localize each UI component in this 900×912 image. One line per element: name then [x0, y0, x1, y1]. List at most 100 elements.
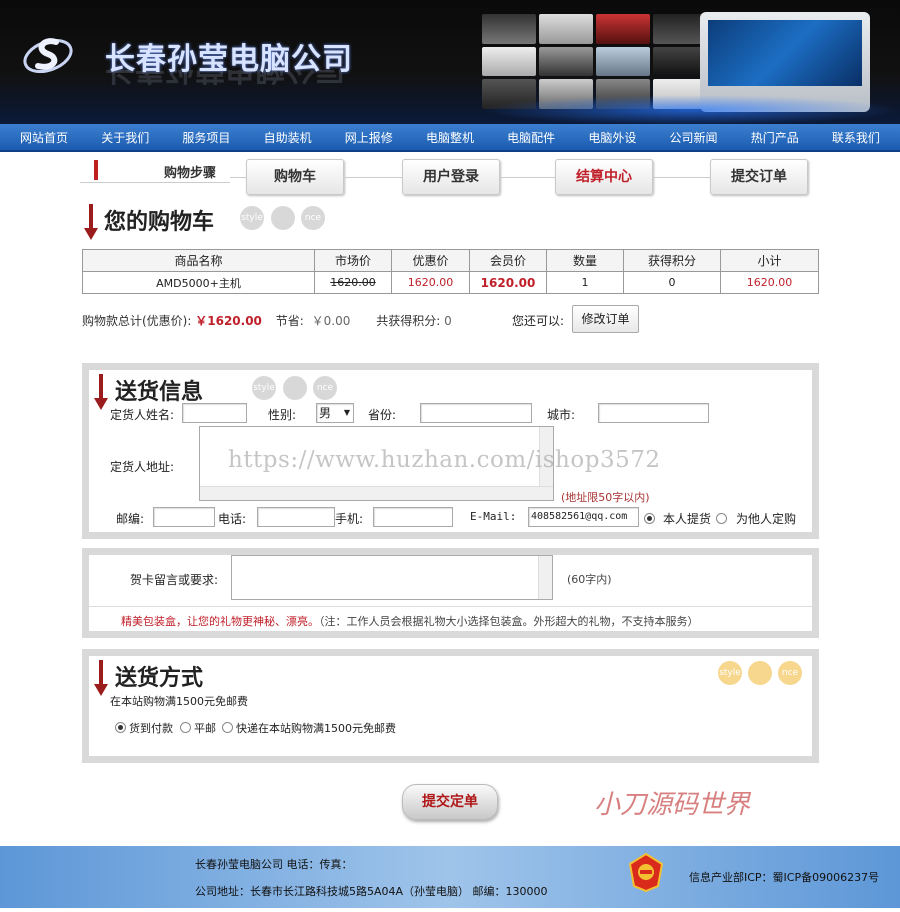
name-input[interactable] — [182, 403, 247, 423]
save-label: 节省: — [275, 314, 304, 328]
step-cart[interactable]: 购物车 — [246, 159, 344, 195]
email-label: E-Mail: — [470, 510, 517, 523]
nav-peripherals[interactable]: 电脑外设 — [588, 129, 636, 146]
name-label: 定货人姓名: — [110, 408, 175, 422]
delivery-title: 送货信息 — [115, 380, 204, 405]
signature-text: 小刀源码世界 — [594, 790, 751, 820]
nav-services[interactable]: 服务项目 — [182, 129, 230, 146]
gift-box-notice: 精美包装盒，让您的礼物更神秘、漂亮。（注：工作人员会根据礼物大小选择包装盒。外形… — [121, 613, 699, 629]
police-badge-icon — [628, 852, 664, 892]
card-message-textarea[interactable] — [231, 555, 553, 600]
email-input[interactable]: 408582561@qq.com — [528, 507, 639, 527]
gender-label: 性别: — [268, 408, 297, 422]
shipping-option-express-radio[interactable] — [222, 722, 233, 733]
zip-label: 邮编: — [116, 512, 145, 526]
dropdown-arrow-icon: ▼ — [343, 408, 350, 417]
table-header-row: 商品名称 市场价 优惠价 会员价 数量 获得积分 小计 — [82, 249, 819, 272]
city-label: 城市: — [547, 408, 576, 422]
more-options-label: 您还可以: — [512, 314, 565, 328]
col-product: 商品名称 — [82, 249, 315, 272]
down-arrow-icon — [94, 660, 108, 696]
decor-circle: nce — [313, 376, 337, 400]
member-price: 1620.00 — [469, 271, 547, 294]
col-market-price: 市场价 — [314, 249, 392, 272]
gender-value: 男 — [319, 406, 332, 420]
divider — [89, 606, 812, 607]
card-message-label: 贺卡留言或要求: — [130, 573, 219, 587]
for-other-label: 为他人定购 — [736, 512, 797, 526]
gift-box-notice-highlight: 精美包装盒，让您的礼物更神秘、漂亮。 — [121, 615, 319, 628]
decor-circle: style — [240, 206, 264, 230]
save-value: ￥0.00 — [311, 314, 351, 328]
table-row: AMD5000+主机 1620.00 1620.00 1620.00 1 0 1… — [82, 271, 819, 294]
points-value: 0 — [444, 314, 452, 328]
nav-home[interactable]: 网站首页 — [20, 129, 68, 146]
phone-label: 电话: — [218, 512, 247, 526]
nav-parts[interactable]: 电脑配件 — [507, 129, 555, 146]
nav-contact[interactable]: 联系我们 — [832, 129, 880, 146]
decor-circle: nce — [301, 206, 325, 230]
down-arrow-icon — [84, 204, 98, 240]
step-connector — [653, 177, 711, 178]
cart-table: 商品名称 市场价 优惠价 会员价 数量 获得积分 小计 AMD5000+主机 1… — [82, 249, 819, 294]
col-discount-price: 优惠价 — [391, 249, 470, 272]
company-logo-icon — [23, 38, 73, 74]
nav-self-build[interactable]: 自助装机 — [264, 129, 312, 146]
step-connector — [344, 177, 402, 178]
shipping-option-express-label: 快递在本站购物满1500元免邮费 — [236, 722, 396, 735]
gift-box-notice-detail: （注：工作人员会根据礼物大小选择包装盒。外形超大的礼物，不支持本服务） — [319, 615, 699, 628]
mobile-label: 手机: — [335, 512, 364, 526]
free-shipping-note: 在本站购物满1500元免邮费 — [110, 695, 248, 708]
decor-circle — [271, 206, 295, 230]
step-checkout[interactable]: 结算中心 — [555, 159, 653, 195]
decor-circle: style — [718, 661, 742, 685]
address-hscrollbar[interactable] — [200, 486, 553, 500]
nav-hot-products[interactable]: 热门产品 — [751, 129, 799, 146]
footer-address: 公司地址：长春市长江路科技城5路5A04A（孙莹电脑） 邮编：130000 — [195, 885, 548, 898]
self-pickup-radio[interactable] — [644, 513, 655, 524]
city-input[interactable] — [598, 403, 709, 423]
steps-label-bar — [94, 160, 98, 180]
shipping-option-cod-radio[interactable] — [115, 722, 126, 733]
for-other-radio[interactable] — [716, 513, 727, 524]
province-label: 省份: — [368, 408, 397, 422]
main-nav: 网站首页 关于我们 服务项目 自助装机 网上报修 电脑整机 电脑配件 电脑外设 … — [0, 124, 900, 152]
card-limit-note: (60字内) — [567, 573, 612, 586]
decor-circle — [748, 661, 772, 685]
province-input[interactable] — [420, 403, 532, 423]
product-name[interactable]: AMD5000+主机 — [82, 271, 315, 294]
nav-news[interactable]: 公司新闻 — [670, 129, 718, 146]
col-quantity: 数量 — [546, 249, 624, 272]
modify-order-button[interactable]: 修改订单 — [572, 305, 639, 333]
step-login[interactable]: 用户登录 — [402, 159, 500, 195]
decor-circle — [283, 376, 307, 400]
mobile-input[interactable] — [373, 507, 453, 527]
cart-title: 您的购物车 — [104, 210, 215, 235]
total-value: ￥1620.00 — [195, 314, 262, 328]
card-scrollbar[interactable] — [538, 556, 552, 599]
shipping-option-post-radio[interactable] — [180, 722, 191, 733]
zip-input[interactable] — [153, 507, 215, 527]
col-subtotal: 小计 — [720, 249, 819, 272]
total-label: 购物款总计(优惠价): — [82, 314, 192, 328]
col-member-price: 会员价 — [469, 249, 547, 272]
footer-contact: 长春孙莹电脑公司 电话：传真： — [195, 858, 353, 871]
nav-complete-pc[interactable]: 电脑整机 — [426, 129, 474, 146]
address-limit-note: (地址限50字以内) — [561, 491, 650, 504]
phone-input[interactable] — [257, 507, 335, 527]
submit-order-button[interactable]: 提交定单 — [402, 784, 498, 820]
quantity: 1 — [546, 271, 624, 294]
nav-repair[interactable]: 网上报修 — [345, 129, 393, 146]
down-arrow-icon — [94, 374, 108, 410]
cart-totals: 购物款总计(优惠价): ￥1620.00 节省: ￥0.00 共获得积分: 0 — [82, 312, 452, 329]
gender-select[interactable]: 男 ▼ — [316, 403, 354, 423]
step-submit-order[interactable]: 提交订单 — [710, 159, 808, 195]
decor-circle: nce — [778, 661, 802, 685]
discount-price: 1620.00 — [391, 271, 470, 294]
address-label: 定货人地址: — [110, 460, 175, 474]
company-title-reflection: 长春孙莹电脑公司 — [105, 70, 345, 94]
header-glow — [480, 95, 900, 124]
steps-label: 购物步骤 — [164, 166, 217, 181]
points: 0 — [623, 271, 721, 294]
nav-about[interactable]: 关于我们 — [101, 129, 149, 146]
